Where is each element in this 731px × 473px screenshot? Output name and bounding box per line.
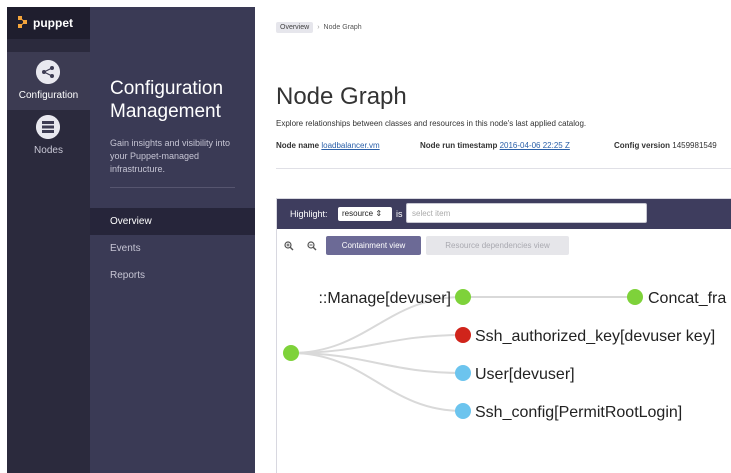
breadcrumb-overview-link[interactable]: Overview (276, 22, 314, 33)
icon-rail: puppet Configuration Nodes (7, 7, 90, 473)
page-title: Node Graph (276, 83, 407, 110)
graph-node-label: ::Manage[devuser] (318, 290, 451, 307)
nav-item-label: Overview (110, 216, 152, 227)
graph-node-concat-fragment[interactable] (627, 289, 643, 305)
nav-item-label: Events (110, 243, 141, 254)
config-version-meta: Config version 1459981549 (614, 141, 717, 150)
nav-item-overview[interactable]: Overview (90, 208, 255, 235)
graph-node-label: Concat_fra (648, 290, 726, 307)
timestamp-link[interactable]: 2016-04-06 22:25 Z (500, 141, 570, 150)
graph-node-label: Ssh_authorized_key[devuser key] (475, 328, 715, 345)
rail-item-label: Configuration (18, 90, 79, 101)
config-version-value: 1459981549 (672, 141, 717, 150)
breadcrumb: Overview › Node Graph (276, 22, 362, 33)
graph-node-label: Ssh_config[PermitRootLogin] (475, 404, 682, 421)
config-version-label: Config version (614, 141, 671, 150)
node-graph: ::Manage[devuser] Concat_fra Ssh_authori… (283, 289, 726, 421)
graph-node-label: User[devuser] (475, 366, 575, 383)
graph-node-ssh-config[interactable] (455, 403, 471, 419)
graph-node-root[interactable] (283, 345, 299, 361)
rail-item-nodes[interactable]: Nodes (7, 107, 90, 165)
graph-node-ssh-authorized-key[interactable] (455, 327, 471, 343)
section-divider (110, 187, 235, 188)
breadcrumb-current: Node Graph (323, 24, 362, 31)
node-graph-panel: Highlight: resource ⇕ is select item Con… (276, 198, 731, 473)
nav-item-label: Reports (110, 270, 146, 281)
header-divider (276, 168, 731, 169)
timestamp-meta: Node run timestamp 2016-04-06 22:25 Z (420, 141, 570, 150)
nav-item-events[interactable]: Events (90, 235, 255, 262)
node-name-link[interactable]: loadbalancer.vm (321, 141, 379, 150)
page-subtitle: Explore relationships between classes an… (276, 119, 587, 128)
puppet-logo[interactable]: puppet (7, 7, 90, 39)
graph-edges (290, 296, 635, 412)
rail-item-label: Nodes (34, 145, 63, 156)
breadcrumb-separator: › (317, 24, 320, 31)
brand-name: puppet (33, 16, 73, 30)
nodes-icon (36, 115, 60, 139)
section-title: Configuration Management (110, 78, 224, 122)
node-name-meta: Node name loadbalancer.vm (276, 141, 380, 150)
graph-node-manage-devuser[interactable] (455, 289, 471, 305)
nav-item-reports[interactable]: Reports (90, 262, 255, 289)
graph-nodes: ::Manage[devuser] Concat_fra Ssh_authori… (283, 289, 726, 421)
graph-edge (290, 352, 464, 412)
configuration-icon (36, 60, 60, 84)
graph-node-user-devuser[interactable] (455, 365, 471, 381)
section-description: Gain insights and visibility into your P… (110, 138, 231, 174)
node-name-label: Node name (276, 141, 320, 150)
section-sidebar: Configuration Management Gain insights a… (90, 7, 255, 473)
timestamp-label: Node run timestamp (420, 141, 498, 150)
puppet-logo-icon (18, 16, 27, 28)
rail-item-configuration[interactable]: Configuration (7, 52, 90, 110)
